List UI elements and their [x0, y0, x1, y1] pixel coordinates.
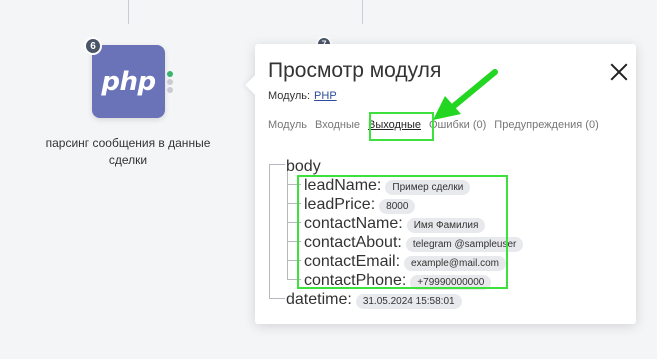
module-label: Модуль: [268, 90, 311, 102]
tree-field-datetime: datetime: 31.05.2024 15:58:01 [286, 291, 462, 309]
tree-line [269, 164, 270, 298]
tree-line [269, 298, 285, 299]
output-port[interactable] [167, 87, 173, 93]
connector-line-left [128, 0, 129, 24]
output-port[interactable] [167, 79, 173, 85]
close-icon[interactable] [608, 61, 630, 83]
tree-line [269, 164, 285, 165]
module-link[interactable]: PHP [314, 90, 337, 102]
panel-pointer [245, 75, 265, 95]
module-info: Модуль: PHP [268, 90, 337, 102]
tab-inputs[interactable]: Входные [315, 119, 360, 131]
panel-title: Просмотр модуля [268, 59, 442, 82]
tree-root: body [286, 158, 321, 175]
tab-warnings[interactable]: Предупреждения (0) [494, 119, 598, 131]
php-logo: php [101, 66, 156, 97]
body-highlight-box [297, 175, 508, 289]
tab-module[interactable]: Модуль [268, 119, 307, 131]
connector-line-right [362, 0, 363, 24]
value-pill: 31.05.2024 15:58:01 [355, 294, 462, 309]
output-port-active[interactable] [167, 71, 173, 77]
module-caption: парсинг сообщения в данные сделки [45, 136, 211, 167]
tab-highlight-box [369, 112, 434, 141]
annotation-arrow-icon [433, 69, 498, 120]
module-number-badge: 6 [84, 37, 102, 55]
tree-line [287, 171, 288, 279]
php-module-node[interactable]: php [92, 45, 165, 118]
